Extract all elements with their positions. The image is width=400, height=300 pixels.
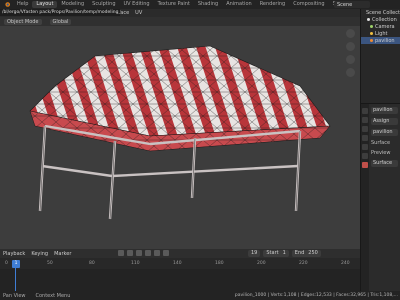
workspace-tab-modeling[interactable]: Modeling (57, 1, 88, 8)
ruler-tick: 140 (173, 261, 182, 266)
timeline-menu-keying[interactable]: Keying (31, 251, 48, 257)
property-field: Surface (371, 140, 391, 146)
next-keyframe-icon[interactable] (154, 250, 160, 256)
outliner-item-label: pavilion (375, 37, 395, 44)
modifier-tab-icon[interactable] (362, 153, 368, 159)
property-field[interactable]: Surface (371, 160, 398, 167)
scene-tab-icon[interactable] (362, 135, 368, 141)
playhead-line (15, 268, 16, 291)
file-path-tooltip: /bl/ergo/Vfasten pack/Props/Pavilion/tem… (0, 9, 120, 16)
workspace-tab-compositing[interactable]: Compositing (289, 1, 328, 8)
3d-viewport[interactable]: ViewSelectAddMeshVertexEdgeFaceUV Object… (0, 9, 360, 249)
status-context-menu: Context Menu (35, 292, 71, 299)
frame-indicator[interactable]: 1 (12, 260, 20, 268)
ruler-tick: 80 (89, 261, 95, 266)
jump-start-icon[interactable] (118, 250, 124, 256)
workspace-tab-uv-editing[interactable]: UV Editing (120, 1, 154, 8)
end-value: 250 (308, 250, 318, 256)
outliner-item-icon (370, 39, 373, 42)
playback-controls (118, 250, 169, 256)
ruler-tick: 240 (341, 261, 350, 266)
play-icon[interactable] (145, 250, 151, 256)
workspace-tab-shading[interactable]: Shading (194, 1, 222, 8)
timeline-track[interactable] (0, 269, 360, 291)
play-reverse-icon[interactable] (136, 250, 142, 256)
workspace-tab-rendering[interactable]: Rendering (256, 1, 290, 8)
top-menu-bar: Help Layout Modeling Sculpting UV Editing Te… (0, 0, 400, 9)
outliner-item[interactable]: pavilion (361, 37, 400, 44)
outliner-item-label: Collection (372, 16, 397, 23)
status-pan-view: Pan View (3, 292, 26, 299)
workspace-tab-texture-paint[interactable]: Texture Paint (154, 1, 194, 8)
outliner-item-label: Scene Collection (366, 9, 400, 16)
timeline-menu-marker[interactable]: Marker (54, 251, 71, 257)
viewport-dropdown-object-mode[interactable]: Object Mode (4, 18, 42, 25)
properties-content: pavilion Assign pavilion Surface Preview Surf… (369, 104, 400, 291)
viewport-dropdown-global[interactable]: Global (49, 18, 72, 25)
right-panel: Scene CollectionCollectionCameraLightpav… (360, 9, 400, 291)
ruler-tick: 200 (257, 261, 266, 266)
property-field[interactable]: pavilion (371, 129, 398, 136)
material-tab-icon[interactable] (362, 162, 368, 168)
timeline-panel: Playback Keying Marker 19 Start 1 End 250 05… (0, 249, 360, 291)
scene-selector[interactable]: Scene (334, 1, 370, 8)
current-frame-field[interactable]: 19 (248, 250, 261, 257)
status-bar: Pan View Context Menu pavilion_1000 | Ve… (0, 291, 400, 300)
workspace-tab-sculpting[interactable]: Sculpting (88, 1, 119, 8)
tool-tab-icon[interactable] (362, 108, 368, 114)
ruler-tick: 220 (299, 261, 308, 266)
viewport-menu-uv[interactable]: UV (135, 10, 142, 16)
property-field[interactable]: pavilion (371, 107, 398, 114)
end-label: End (294, 250, 305, 256)
start-label: Start (266, 250, 279, 256)
outliner-item-icon (370, 32, 373, 35)
outliner-item[interactable]: Scene Collection (361, 9, 400, 16)
properties-tabs (361, 104, 369, 291)
start-value: 1 (282, 250, 286, 256)
start-frame-field[interactable]: Start 1 (263, 250, 289, 257)
scene-label: Scene (337, 1, 353, 8)
help-menu[interactable]: Help (13, 1, 32, 8)
jump-end-icon[interactable] (163, 250, 169, 256)
viewport-toolbar: Object Mode Global (0, 17, 360, 26)
timeline-menu-playback[interactable]: Playback (3, 251, 25, 257)
scene-statistics: pavilion_1000 | Verts:1,108 | Edges:12,5… (234, 293, 398, 298)
current-frame-value: 19 (251, 250, 258, 256)
outliner-item-icon (370, 25, 373, 28)
outliner-item-label: Light (375, 30, 388, 37)
ruler-tick: 0 (5, 261, 8, 266)
outliner-item[interactable]: Camera (361, 23, 400, 30)
ruler-tick: 50 (47, 261, 53, 266)
render-tab-icon[interactable] (362, 117, 368, 123)
blender-logo-icon[interactable] (3, 1, 11, 8)
outliner-item-label: Camera (375, 23, 395, 30)
timeline-ruler[interactable]: 0 50 80 110 140 180 200 220 240 (0, 261, 360, 268)
end-frame-field[interactable]: End 250 (291, 250, 321, 257)
outliner: Scene CollectionCollectionCameraLightpav… (361, 9, 400, 104)
prev-keyframe-icon[interactable] (127, 250, 133, 256)
ruler-tick: 180 (215, 261, 224, 266)
output-tab-icon[interactable] (362, 126, 368, 132)
outliner-item[interactable]: Light (361, 30, 400, 37)
outliner-item[interactable]: Collection (361, 16, 400, 23)
pavilion-model[interactable] (0, 26, 360, 249)
property-field[interactable]: Assign (371, 118, 398, 125)
workspace-tab-animation[interactable]: Animation (222, 1, 256, 8)
properties-editor: pavilion Assign pavilion Surface Preview Surf… (361, 104, 400, 291)
object-tab-icon[interactable] (362, 144, 368, 150)
frame-range: 19 Start 1 End 250 (248, 250, 321, 257)
workspace-tab-layout[interactable]: Layout (32, 1, 58, 8)
property-field: Preview (371, 150, 391, 156)
outliner-item-icon (367, 18, 370, 21)
ruler-tick: 110 (131, 261, 140, 266)
